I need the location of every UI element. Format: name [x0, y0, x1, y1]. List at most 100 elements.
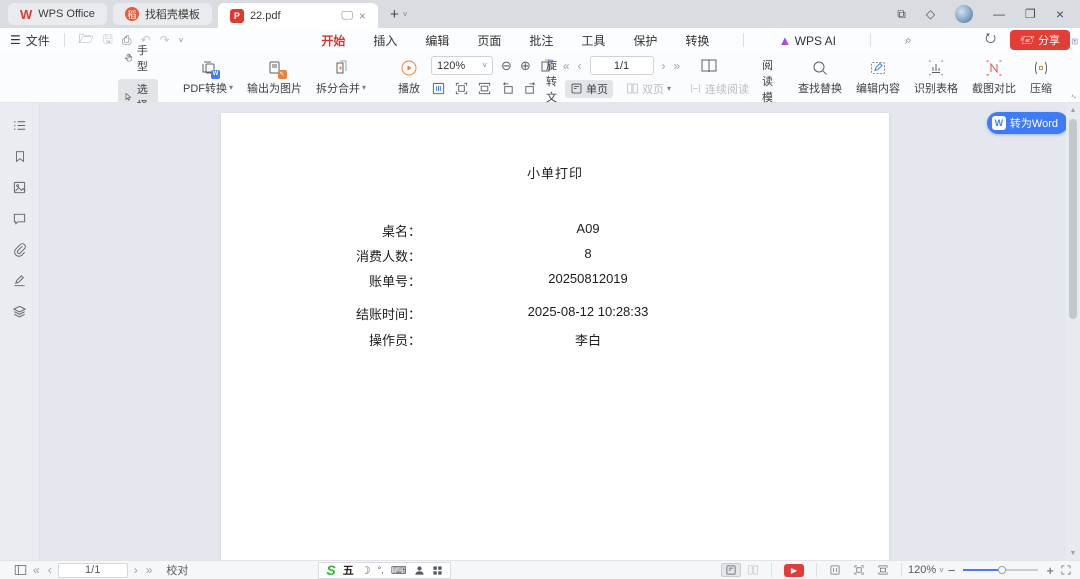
read-mode-book-icon[interactable]	[700, 58, 718, 74]
tab-22-pdf[interactable]: P 22.pdf 🖵 ×	[218, 3, 378, 28]
last-page-icon[interactable]: »	[146, 563, 153, 577]
menu-tab-comment[interactable]: 批注	[529, 32, 553, 49]
menu-tab-edit[interactable]: 编辑	[425, 32, 449, 49]
actual-size-icon[interactable]	[871, 564, 895, 576]
redo-icon[interactable]: ↷	[160, 33, 170, 47]
menu-tab-home[interactable]: 开始	[321, 32, 345, 49]
single-page-view-icon[interactable]	[721, 563, 741, 577]
zoom-out-icon[interactable]: ⊖	[501, 58, 512, 74]
save-icon[interactable]: 🖫	[103, 30, 113, 51]
scroll-up-icon[interactable]: ▲	[1070, 103, 1077, 117]
comment-panel-icon[interactable]	[12, 210, 28, 226]
last-page-icon[interactable]: »	[674, 59, 681, 73]
image-panel-icon[interactable]	[12, 179, 28, 195]
scrollbar-thumb[interactable]	[1069, 119, 1077, 319]
signature-panel-icon[interactable]	[12, 272, 28, 288]
menu-tab-insert[interactable]: 插入	[373, 32, 397, 49]
page-number-input[interactable]: 1/1	[590, 56, 654, 75]
next-page-icon[interactable]: ›	[134, 563, 138, 577]
globe-icon[interactable]: ◇	[926, 7, 935, 21]
double-page-view-icon[interactable]	[741, 564, 765, 576]
zoom-slider[interactable]	[963, 569, 1038, 571]
next-page-icon[interactable]: ›	[662, 59, 666, 73]
menu-tab-protect[interactable]: 保护	[633, 32, 657, 49]
fullscreen-icon[interactable]	[1054, 564, 1072, 576]
avatar[interactable]	[955, 5, 973, 23]
ime-punct-icon[interactable]: °,	[378, 565, 384, 575]
open-icon[interactable]: 🗁	[79, 30, 94, 51]
prev-page-icon[interactable]: ‹	[578, 59, 582, 73]
search-icon[interactable]: ⌕	[905, 33, 912, 48]
fit-width-icon[interactable]	[823, 564, 847, 576]
find-replace-button[interactable]: 查找替换	[791, 57, 849, 98]
convert-to-word-button[interactable]: W 转为Word	[987, 112, 1066, 134]
single-page-button[interactable]: 单页	[565, 80, 613, 98]
menu-tab-tools[interactable]: 工具	[581, 32, 605, 49]
menu-tab-wps-ai[interactable]: ▲ WPS AI	[778, 33, 836, 48]
close-button[interactable]: ×	[1056, 6, 1064, 22]
tab-list-chevron-icon[interactable]: ˅	[403, 10, 408, 19]
qat-chevron-icon[interactable]: ˅	[179, 36, 184, 45]
attachment-panel-icon[interactable]	[12, 241, 28, 257]
share-button[interactable]: 🖅 分享	[1010, 30, 1070, 50]
edit-content-button[interactable]: 编辑内容	[849, 57, 907, 98]
fit-width-icon[interactable]	[431, 81, 446, 96]
recognize-table-button[interactable]: 识别表格	[907, 57, 965, 98]
wps-logo-icon: W	[20, 7, 32, 22]
compress-button[interactable]: 压缩	[1023, 57, 1059, 98]
vertical-scrollbar[interactable]: ▲ ▼	[1066, 103, 1080, 560]
prev-page-icon[interactable]: ‹	[48, 563, 52, 577]
actual-size-icon[interactable]	[477, 81, 492, 96]
play-button[interactable]: 播放	[391, 57, 427, 98]
new-tab-button[interactable]: +	[390, 6, 399, 23]
ime-toolbar[interactable]: S 五 ☽ °, ⌨	[318, 562, 450, 579]
play-slideshow-button[interactable]: ▶	[784, 564, 804, 577]
continuous-read-button[interactable]: 连续阅读	[684, 80, 754, 98]
layers-panel-icon[interactable]	[12, 303, 28, 319]
minimize-button[interactable]: —	[993, 7, 1005, 21]
scroll-down-icon[interactable]: ▼	[1070, 546, 1077, 560]
export-image-button[interactable]: ✎ 输出为图片	[240, 57, 309, 98]
first-page-icon[interactable]: «	[563, 59, 570, 73]
rotate-left-icon[interactable]	[500, 81, 515, 96]
pdf-convert-button[interactable]: W PDF转换▾	[176, 57, 240, 98]
rotate-right-icon[interactable]	[523, 81, 538, 96]
menu-tab-convert[interactable]: 转换	[685, 32, 709, 49]
first-page-icon[interactable]: «	[33, 563, 40, 577]
screenshot-compare-button[interactable]: 截图对比	[965, 57, 1023, 98]
cloud-upload-icon[interactable]: ⭮	[985, 29, 996, 51]
document-area[interactable]: 小单打印 桌名： A09 消费人数： 8 账单号： 20250812019 结账…	[41, 103, 1066, 560]
zoom-out-button[interactable]: −	[948, 563, 956, 578]
menu-tab-page[interactable]: 页面	[477, 32, 501, 49]
zoom-select[interactable]: 120% ˅	[431, 56, 493, 75]
tab-wps-office[interactable]: W WPS Office	[8, 3, 107, 25]
ime-moon-icon[interactable]: ☽	[361, 564, 371, 577]
ime-apps-icon[interactable]	[432, 565, 443, 576]
zoom-level-select[interactable]: 120% ˅	[908, 564, 944, 576]
double-page-button[interactable]: 双页 ▾	[621, 80, 676, 98]
zoom-slider-knob[interactable]	[998, 566, 1006, 574]
sidebar-toggle-icon[interactable]	[8, 564, 33, 576]
monitor-icon[interactable]: 🖵	[341, 8, 353, 23]
fit-page-icon[interactable]	[847, 564, 871, 576]
ime-mode-label[interactable]: 五	[343, 562, 354, 578]
ime-keyboard-icon[interactable]: ⌨	[391, 564, 407, 577]
zoom-in-button[interactable]: +	[1046, 563, 1054, 578]
proofread-button[interactable]: 校对	[166, 562, 188, 578]
full-translate-button[interactable]: 全文翻译	[1065, 24, 1080, 60]
bookmark-panel-icon[interactable]	[12, 148, 28, 164]
outline-panel-icon[interactable]	[12, 117, 28, 133]
file-menu[interactable]: ☰ 文件	[10, 32, 50, 49]
split-merge-button[interactable]: 拆分合并▾	[309, 57, 373, 98]
restore-button[interactable]: ❐	[1025, 7, 1036, 21]
hand-tool-button[interactable]: 手型	[118, 40, 158, 76]
layout-mode-icon[interactable]: ⧉	[897, 7, 906, 22]
zoom-in-icon[interactable]: ⊕	[520, 58, 531, 74]
tab-templates[interactable]: 稻 找稻壳模板	[113, 3, 212, 25]
page-number-input[interactable]: 1/1	[58, 563, 128, 578]
ime-user-icon[interactable]	[414, 565, 425, 576]
pdf-page[interactable]: 小单打印 桌名： A09 消费人数： 8 账单号： 20250812019 结账…	[221, 113, 889, 560]
close-tab-icon[interactable]: ×	[359, 9, 366, 23]
fit-page-icon[interactable]	[454, 81, 469, 96]
fit-page-refresh-icon[interactable]	[539, 58, 555, 74]
